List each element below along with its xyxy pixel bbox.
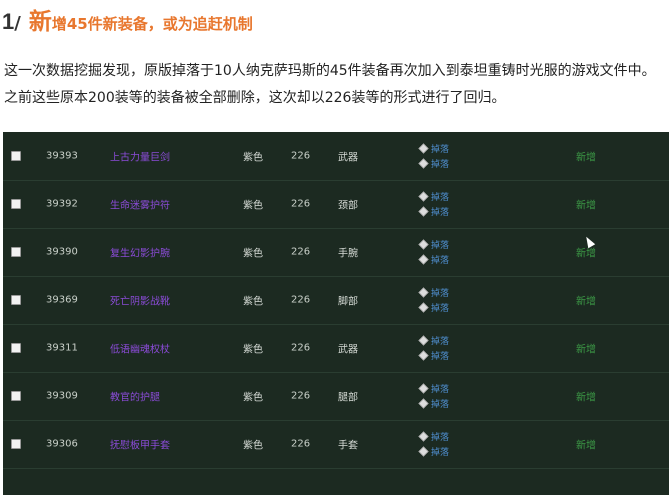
cube-icon [418, 254, 429, 265]
row-checkbox[interactable] [11, 295, 21, 305]
item-level: 226 [291, 150, 311, 162]
cube-icon [418, 302, 429, 313]
item-id: 39309 [46, 390, 78, 402]
drop-link[interactable]: 掉落 [418, 286, 449, 299]
item-id: 39306 [46, 438, 78, 450]
item-name-link[interactable]: 教官的护腿 [110, 389, 160, 404]
row-checkbox[interactable] [11, 199, 21, 209]
item-slot: 武器 [338, 344, 358, 356]
item-name-link[interactable]: 死亡阴影战靴 [110, 293, 170, 308]
row-checkbox[interactable] [11, 247, 21, 257]
cube-icon [418, 239, 429, 250]
drop-link[interactable]: 掉落 [418, 301, 449, 314]
status-badge: 新增 [576, 440, 596, 452]
table-row: 39369 死亡阴影战靴 紫色 226 脚部 掉落 掉落 新增 [3, 276, 669, 325]
item-slot: 武器 [338, 152, 358, 164]
drop-link[interactable]: 掉落 [418, 157, 449, 170]
item-id: 39311 [46, 342, 78, 354]
item-level: 226 [291, 342, 311, 354]
status-badge: 新增 [576, 152, 596, 164]
table-row: 39393 上古力量巨剑 紫色 226 武器 掉落 掉落 新增 [3, 132, 669, 181]
row-checkbox[interactable] [11, 151, 21, 161]
cube-icon [418, 446, 429, 457]
drop-links: 掉落 掉落 [418, 142, 449, 170]
heading-first-char: 新 [28, 9, 52, 35]
heading-title: 增45件新装备，或为追赶机制 [51, 15, 253, 33]
cube-icon [418, 335, 429, 346]
item-quality: 紫色 [243, 152, 263, 164]
item-quality: 紫色 [243, 392, 263, 404]
item-id: 39393 [46, 150, 78, 162]
status-badge: 新增 [576, 296, 596, 308]
item-quality: 紫色 [243, 200, 263, 212]
drop-links: 掉落 掉落 [418, 430, 449, 458]
drop-links: 掉落 掉落 [418, 382, 449, 410]
cube-icon [418, 143, 429, 154]
item-id: 39392 [46, 198, 78, 210]
row-checkbox[interactable] [11, 439, 21, 449]
cube-icon [418, 398, 429, 409]
status-badge: 新增 [576, 344, 596, 356]
item-level: 226 [291, 390, 311, 402]
drop-links: 掉落 掉落 [418, 190, 449, 218]
item-id: 39369 [46, 294, 78, 306]
cube-icon [418, 287, 429, 298]
table-row: 39390 复生幻影护腕 紫色 226 手腕 掉落 掉落 新增 [3, 228, 669, 277]
item-name-link[interactable]: 抚慰板甲手套 [110, 437, 170, 452]
drop-links: 掉落 掉落 [418, 334, 449, 362]
status-badge: 新增 [576, 248, 596, 260]
drop-links: 掉落 掉落 [418, 238, 449, 266]
item-name-link[interactable]: 上古力量巨剑 [110, 149, 170, 164]
section-number: 1 [2, 9, 15, 34]
item-name-link[interactable]: 生命迷雾护符 [110, 197, 170, 212]
section-slash: / [14, 13, 21, 34]
item-quality: 紫色 [243, 440, 263, 452]
item-slot: 脚部 [338, 296, 358, 308]
drop-link[interactable]: 掉落 [418, 142, 449, 155]
drop-link[interactable]: 掉落 [418, 382, 449, 395]
item-level: 226 [291, 198, 311, 210]
article-paragraph: 这一次数据挖掘发现，原版掉落于10人纳克萨玛斯的45件装备再次加入到泰坦重铸时光… [4, 63, 656, 106]
item-name-link[interactable]: 复生幻影护腕 [110, 245, 170, 260]
drop-link[interactable]: 掉落 [418, 205, 449, 218]
item-quality: 紫色 [243, 296, 263, 308]
table-row: 39392 生命迷雾护符 紫色 226 颈部 掉落 掉落 新增 [3, 180, 669, 229]
item-quality: 紫色 [243, 248, 263, 260]
item-slot: 颈部 [338, 200, 358, 212]
item-level: 226 [291, 438, 311, 450]
row-checkbox[interactable] [11, 343, 21, 353]
drop-link[interactable]: 掉落 [418, 334, 449, 347]
drop-link[interactable]: 掉落 [418, 445, 449, 458]
cube-icon [418, 350, 429, 361]
drop-link[interactable]: 掉落 [418, 430, 449, 443]
item-id: 39390 [46, 246, 78, 258]
item-slot: 腿部 [338, 392, 358, 404]
cube-icon [418, 191, 429, 202]
drop-link[interactable]: 掉落 [418, 397, 449, 410]
section-heading: 1 / 新 增45件新装备，或为追赶机制 [2, 2, 253, 35]
item-table: 39393 上古力量巨剑 紫色 226 武器 掉落 掉落 新增 39392 生命… [3, 132, 669, 495]
cube-icon [418, 206, 429, 217]
status-badge: 新增 [576, 200, 596, 212]
item-slot: 手腕 [338, 248, 358, 260]
table-row: 39311 低语幽魂权杖 紫色 226 武器 掉落 掉落 新增 [3, 324, 669, 373]
row-checkbox[interactable] [11, 391, 21, 401]
item-name-link[interactable]: 低语幽魂权杖 [110, 341, 170, 356]
drop-link[interactable]: 掉落 [418, 253, 449, 266]
table-row: 39306 抚慰板甲手套 紫色 226 手套 掉落 掉落 新增 [3, 420, 669, 469]
drop-link[interactable]: 掉落 [418, 238, 449, 251]
item-quality: 紫色 [243, 344, 263, 356]
cube-icon [418, 431, 429, 442]
status-badge: 新增 [576, 392, 596, 404]
drop-link[interactable]: 掉落 [418, 349, 449, 362]
cube-icon [418, 158, 429, 169]
table-row: 39309 教官的护腿 紫色 226 腿部 掉落 掉落 新增 [3, 372, 669, 421]
item-level: 226 [291, 246, 311, 258]
item-slot: 手套 [338, 440, 358, 452]
cube-icon [418, 383, 429, 394]
item-level: 226 [291, 294, 311, 306]
drop-link[interactable]: 掉落 [418, 190, 449, 203]
drop-links: 掉落 掉落 [418, 286, 449, 314]
